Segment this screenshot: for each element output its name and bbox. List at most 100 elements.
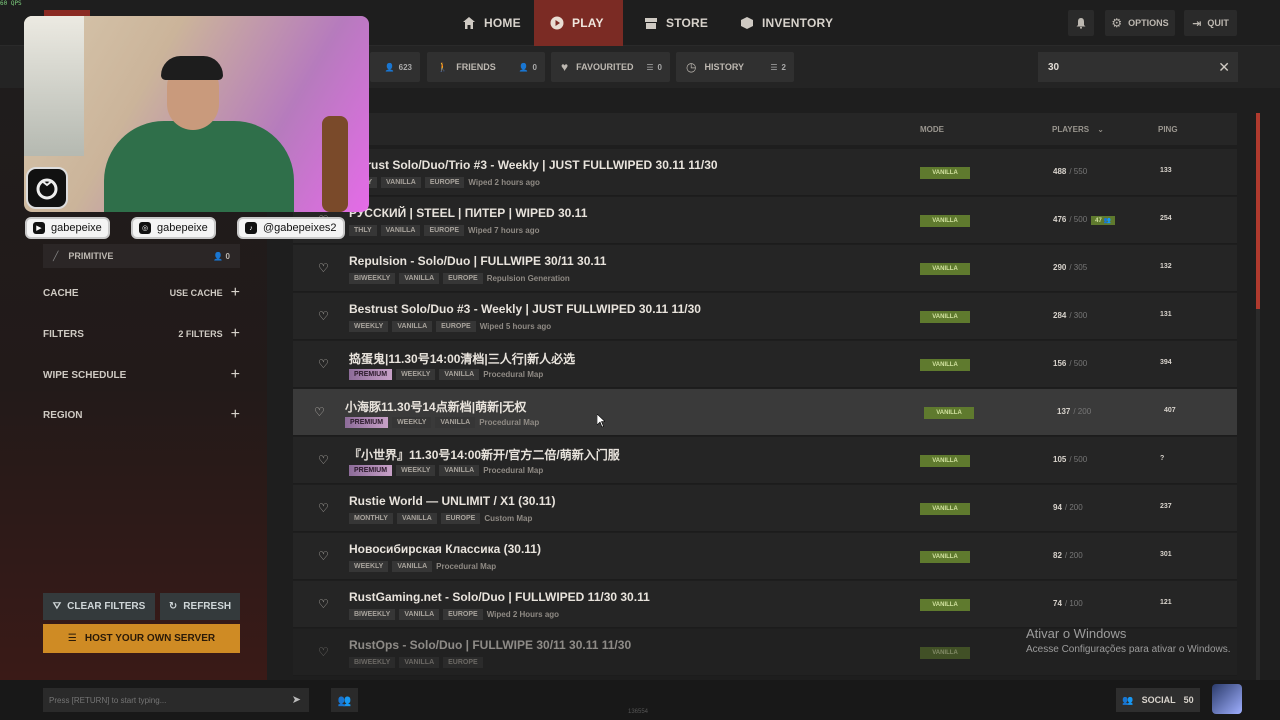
server-list-header: E MODE PLAYERS ⌄ PING <box>293 113 1237 145</box>
host-server-button[interactable]: ☰ HOST YOUR OWN SERVER <box>43 624 240 653</box>
quit-button[interactable]: ⇥ QUIT <box>1184 10 1237 36</box>
options-button[interactable]: ⚙ OPTIONS <box>1105 10 1175 36</box>
ping-value: 407 <box>1164 407 1176 414</box>
wipe-schedule-row[interactable]: WIPE SCHEDULE + <box>43 365 240 385</box>
server-row[interactable]: ♡estrust Solo/Duo/Trio #3 - Weekly | JUS… <box>293 149 1237 196</box>
heart-icon[interactable]: ♡ <box>318 358 330 370</box>
players-current: 137 <box>1057 407 1071 416</box>
server-row[interactable]: ♡ Bestrust Solo/Duo #3 - Weekly | JUST FU… <box>293 293 1237 340</box>
search-input[interactable] <box>1048 61 1198 73</box>
server-tag: EUROPE <box>443 657 483 668</box>
heart-icon[interactable]: ♡ <box>318 262 330 274</box>
tab-community[interactable]: 👤 623 <box>370 52 420 82</box>
header-ping[interactable]: PING <box>1158 125 1178 134</box>
youtube-handle: gabepeixe <box>51 222 102 234</box>
players-max: / 305 <box>1069 263 1088 272</box>
header-players[interactable]: PLAYERS ⌄ <box>1052 125 1104 134</box>
heart-icon[interactable]: ♡ <box>318 454 330 466</box>
tab-favourited[interactable]: ♥ FAVOURITED ☰ 0 <box>551 52 670 82</box>
exit-icon: ⇥ <box>1192 17 1202 30</box>
server-tag: WEEKLY <box>396 465 436 476</box>
ping-value: 237 <box>1160 503 1172 510</box>
players-current: 74 <box>1053 599 1062 608</box>
plus-icon[interactable]: + <box>231 326 240 342</box>
windows-activation-watermark: Ativar o Windows Acesse Configurações pa… <box>1026 626 1231 655</box>
server-row[interactable]: ♡ 小海豚11.30号14点新档|萌新|无权 PREMIUM WEEKLY VANILL… <box>293 389 1237 436</box>
friends-button[interactable]: 👥 <box>331 688 358 712</box>
plus-icon[interactable]: + <box>231 367 240 383</box>
server-tags: BIWEEKLY VANILLA EUROPE Wiped 2 Hours ago <box>349 609 559 620</box>
queue-badge: 47 👥 <box>1091 216 1115 225</box>
social-button[interactable]: 👥 SOCIAL 50 <box>1116 688 1200 712</box>
server-description: Custom Map <box>484 514 533 523</box>
nav-play-label: PLAY <box>572 16 604 30</box>
refresh-icon: ↻ <box>168 601 178 612</box>
cache-row[interactable]: CACHE USE CACHE + <box>43 283 240 303</box>
players-max: / 100 <box>1064 599 1083 608</box>
primitive-filter[interactable]: ╱ PRIMITIVE 👤 0 <box>43 244 240 268</box>
server-name: RustOps - Solo/Duo | FULLWIPE 30/11 30.1… <box>349 638 632 652</box>
filter-clear-icon: ⛛ <box>52 601 62 612</box>
server-tag: VANILLA <box>439 369 480 380</box>
player-count: 156/ 500 <box>1053 359 1087 368</box>
mode-badge: VANILLA <box>920 455 970 467</box>
heart-icon[interactable]: ♡ <box>318 550 330 562</box>
chat-field[interactable]: ➤ <box>43 688 309 712</box>
server-name: Новосибирская Классика (30.11) <box>349 542 541 556</box>
filters-row[interactable]: FILTERS 2 FILTERS + <box>43 324 240 344</box>
header-mode[interactable]: MODE <box>920 125 944 134</box>
server-tag: WEEKLY <box>392 417 432 428</box>
server-row[interactable]: ♡РУССКИЙ | STEEL | ПИТЕР | WIPED 30.11TH… <box>293 197 1237 244</box>
server-row[interactable]: ♡ RustGaming.net - Solo/Duo | FULLWIPED 1… <box>293 581 1237 628</box>
players-max: / 300 <box>1069 311 1088 320</box>
nav-inventory[interactable]: INVENTORY <box>724 0 849 46</box>
chat-input[interactable] <box>49 695 269 705</box>
heart-icon[interactable]: ♡ <box>318 646 330 658</box>
refresh-button[interactable]: ↻ REFRESH <box>160 593 240 620</box>
server-row[interactable]: ♡ Repulsion - Solo/Duo | FULLWIPE 30/11 3… <box>293 245 1237 292</box>
tab-history[interactable]: ◷ HISTORY ☰ 2 <box>676 52 794 82</box>
server-tag: VANILLA <box>399 273 440 284</box>
server-tag: EUROPE <box>424 177 465 188</box>
ping-value: 301 <box>1160 551 1172 558</box>
heart-icon: ♥ <box>561 60 569 74</box>
server-tag: PREMIUM <box>349 465 393 476</box>
players-icon: 👤 <box>518 62 529 72</box>
heart-icon[interactable]: ♡ <box>318 502 330 514</box>
server-tags: MONTHLY VANILLA EUROPE Custom Map <box>349 513 532 524</box>
close-icon[interactable]: ✕ <box>1218 59 1230 76</box>
host-server-label: HOST YOUR OWN SERVER <box>84 633 216 644</box>
server-tag: VANILLA <box>396 513 437 524</box>
player-count: 94/ 200 <box>1053 503 1083 512</box>
notifications-button[interactable] <box>1068 10 1094 36</box>
plus-icon[interactable]: + <box>231 285 240 301</box>
play-icon <box>550 16 564 30</box>
nav-home[interactable]: HOME <box>446 0 537 46</box>
nav-play[interactable]: PLAY <box>534 0 623 46</box>
ping-value: ? <box>1160 455 1165 462</box>
server-row[interactable]: ♡ Rustie World — UNLIMIT / X1 (30.11) MONT… <box>293 485 1237 532</box>
scroll-thumb[interactable] <box>1256 113 1260 309</box>
server-row[interactable]: ♡ Новосибирская Классика (30.11) WEEKLY VAN… <box>293 533 1237 580</box>
server-tags: PREMIUM WEEKLY VANILLA Procedural Map <box>349 465 543 476</box>
players-current: 105 <box>1053 455 1067 464</box>
server-tag: THLY <box>349 225 377 236</box>
heart-icon[interactable]: ♡ <box>318 598 330 610</box>
tab-history-count: ☰ 2 <box>770 62 786 72</box>
server-row[interactable]: ♡ 『小世界』11.30号14:00新开/官方二倍/萌新入门服 PREMIUM WEE… <box>293 437 1237 484</box>
send-icon[interactable]: ➤ <box>292 693 301 706</box>
region-row[interactable]: REGION + <box>43 405 240 425</box>
heart-icon[interactable]: ♡ <box>318 310 330 322</box>
avatar[interactable] <box>1212 684 1242 714</box>
server-tag: BIWEEKLY <box>349 273 396 284</box>
heart-icon[interactable]: ♡ <box>314 406 326 418</box>
list-scrollbar[interactable] <box>1256 113 1260 680</box>
server-search[interactable]: ✕ <box>1038 52 1238 82</box>
nav-store[interactable]: STORE <box>628 0 724 46</box>
player-count: 284/ 300 <box>1053 311 1087 320</box>
plus-icon[interactable]: + <box>231 407 240 423</box>
server-row[interactable]: ♡ 捣蛋鬼|11.30号14:00清档|三人行|新人必选 PREMIUM WEEKLY… <box>293 341 1237 388</box>
server-tag: EUROPE <box>424 225 465 236</box>
clear-filters-button[interactable]: ⛛ CLEAR FILTERS <box>43 593 155 620</box>
tab-friends[interactable]: 🚶 FRIENDS 👤 0 <box>427 52 545 82</box>
